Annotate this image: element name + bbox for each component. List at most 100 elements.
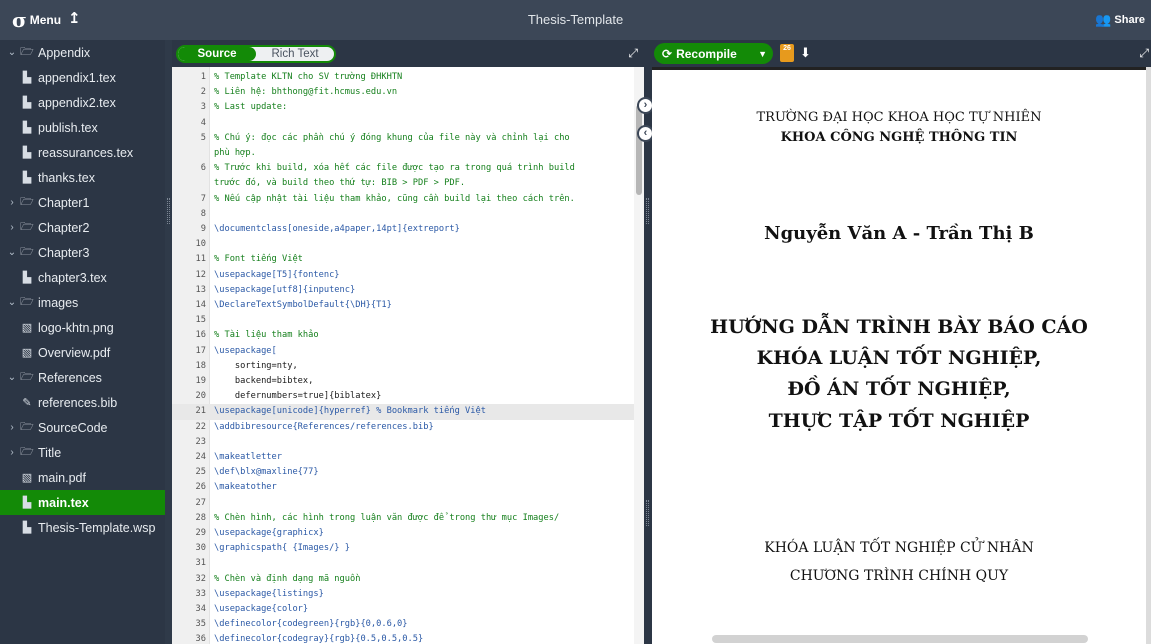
code-line[interactable]: 6 % Trước khi build, xóa hết các file đượ… [172, 161, 634, 176]
chevron-down-icon[interactable]: ⌄ [6, 47, 18, 58]
editor-mode-toggle: Source Rich Text [176, 45, 336, 63]
code-line[interactable]: 31 [172, 556, 634, 571]
tree-folder[interactable]: › 🗁 Title [0, 440, 172, 465]
code-line[interactable]: 28 % Chèn hình, các hình trong luận văn đ… [172, 511, 634, 526]
editor-scrollbar[interactable] [634, 67, 644, 644]
code-line[interactable]: 9 \documentclass[oneside,a4paper,14pt]{ex… [172, 222, 634, 237]
people-icon: 👥 [1095, 12, 1112, 27]
code-line[interactable]: 1 % Template KLTN cho SV trường ĐHKHTN [172, 70, 634, 85]
code-text: % Font tiếng Việt [214, 254, 303, 265]
tree-folder[interactable]: ⌄ 🗁 images [0, 290, 172, 315]
code-line[interactable]: 7 % Nếu cập nhật tài liệu tham khảo, cũng… [172, 192, 634, 207]
authors-line: Nguyễn Văn A - Trần Thị B [764, 223, 1034, 244]
tree-file[interactable]: ▙ main.tex [0, 490, 172, 515]
sidebar-resize-handle[interactable] [167, 198, 170, 224]
rich-text-tab[interactable]: Rich Text [256, 47, 334, 61]
sidebar-resizer[interactable] [165, 40, 172, 644]
chevron-down-icon[interactable]: ⌄ [6, 372, 18, 383]
code-line[interactable]: 33 \usepackage{listings} [172, 587, 634, 602]
code-line[interactable]: 17 \usepackage[ [172, 344, 634, 359]
line-number: 22 [195, 421, 206, 432]
tree-file[interactable]: ▙ appendix2.tex [0, 90, 172, 115]
tree-file[interactable]: ▙ appendix1.tex [0, 65, 172, 90]
code-line[interactable]: 4 [172, 116, 634, 131]
code-text: \definecolor{codegreen}{rgb}{0,0.6,0} [214, 619, 408, 630]
tree-file[interactable]: ▧ main.pdf [0, 465, 172, 490]
tree-file[interactable]: ▧ Overview.pdf [0, 340, 172, 365]
code-line[interactable]: 16 % Tài liệu tham khảo [172, 328, 634, 343]
code-line[interactable]: 29 \usepackage{graphicx} [172, 526, 634, 541]
tree-file[interactable]: ✎ references.bib [0, 390, 172, 415]
code-line[interactable]: 27 [172, 496, 634, 511]
preview-scrollbar[interactable] [1146, 67, 1151, 644]
code-line[interactable]: 21 \usepackage[unicode]{hyperref} % Bookm… [172, 404, 634, 420]
tree-file[interactable]: ▙ thanks.tex [0, 165, 172, 190]
code-text: \def\blx@maxline{77} [214, 467, 319, 478]
recompile-button[interactable]: ⟳ Recompile ▼ [654, 43, 773, 64]
tree-file[interactable]: ▙ reassurances.tex [0, 140, 172, 165]
code-line[interactable]: 25 \def\blx@maxline{77} [172, 465, 634, 480]
code-line[interactable]: 12 \usepackage[T5]{fontenc} [172, 268, 634, 283]
code-line[interactable]: 24 \makeatletter [172, 450, 634, 465]
share-button[interactable]: 👥 Share [1095, 12, 1145, 28]
code-line[interactable]: 5 % Chú ý: đọc các phần chú ý đóng khung … [172, 131, 634, 146]
download-icon[interactable]: ⬇ [800, 45, 811, 61]
tree-folder[interactable]: ⌄ 🗁 Chapter3 [0, 240, 172, 265]
tree-file[interactable]: ▙ Thesis-Template.wsp [0, 515, 172, 540]
code-line[interactable]: 15 [172, 313, 634, 328]
pdf-page: TRƯỜNG ĐẠI HỌC KHOA HỌC TỰ NHIÊN KHOA CÔ… [652, 67, 1146, 644]
code-line[interactable]: 36 \definecolor{codegray}{rgb}{0.5,0.5,0.… [172, 632, 634, 644]
code-line[interactable]: 8 [172, 207, 634, 222]
code-line[interactable]: 13 \usepackage[utf8]{inputenc} [172, 283, 634, 298]
divider-resize-handle-lower[interactable] [646, 500, 649, 526]
expand-preview-icon[interactable]: ⤢ [1139, 46, 1149, 61]
line-number: 14 [195, 300, 206, 310]
tree-folder[interactable]: › 🗁 SourceCode [0, 415, 172, 440]
chevron-down-icon[interactable]: ⌄ [6, 297, 18, 308]
tree-folder[interactable]: › 🗁 Chapter1 [0, 190, 172, 215]
expand-editor-icon[interactable]: ⤢ [628, 46, 638, 61]
code-line[interactable]: 10 [172, 237, 634, 252]
tree-file[interactable]: ▙ chapter3.tex [0, 265, 172, 290]
tree-folder[interactable]: ⌄ 🗁 References [0, 365, 172, 390]
chevron-right-icon[interactable]: › [6, 422, 18, 433]
code-line[interactable]: 2 % Liên hệ: bhthong@fit.hcmus.edu.vn [172, 85, 634, 100]
code-line[interactable]: 35 \definecolor{codegreen}{rgb}{0,0.6,0} [172, 617, 634, 632]
code-line[interactable]: phù hợp. [172, 146, 634, 161]
code-line[interactable]: 30 \graphicspath{ {Images/} } [172, 541, 634, 556]
thesis-title-line-2: KHÓA LUẬN TỐT NGHIỆP, [756, 347, 1042, 369]
logs-count-badge: 26 [783, 45, 791, 52]
code-line[interactable]: 23 [172, 435, 634, 450]
editor-toolbar: Source Rich Text ⤢ [172, 40, 644, 67]
code-area[interactable]: 1 % Template KLTN cho SV trường ĐHKHTN 2 % … [172, 67, 634, 644]
code-line[interactable]: 11 % Font tiếng Việt [172, 252, 634, 267]
chevron-right-icon[interactable]: › [6, 197, 18, 208]
tree-file[interactable]: ▧ logo-khtn.png [0, 315, 172, 340]
editor-scrollbar-thumb[interactable] [636, 105, 642, 195]
thesis-title-line-3: ĐỒ ÁN TỐT NGHIỆP, [787, 378, 1011, 400]
tree-file[interactable]: ▙ publish.tex [0, 115, 172, 140]
code-line[interactable]: 34 \usepackage{color} [172, 602, 634, 617]
code-line[interactable]: 3 % Last update: [172, 100, 634, 115]
source-tab[interactable]: Source [178, 47, 256, 61]
preview-horizontal-scrollbar[interactable] [712, 635, 1088, 643]
divider-resize-handle[interactable] [646, 198, 649, 224]
code-line[interactable]: trước đó, và build theo thứ tự: BIB > PD… [172, 176, 634, 191]
code-line[interactable]: 26 \makeatother [172, 480, 634, 495]
tree-folder[interactable]: ⌄ 🗁 Appendix [0, 40, 172, 65]
tree-item-label: main.pdf [38, 470, 86, 485]
code-line[interactable]: 14 \DeclareTextSymbolDefault{\DH}{T1} [172, 298, 634, 313]
code-line[interactable]: 32 % Chèn và định dạng mã nguồn [172, 572, 634, 587]
tree-folder[interactable]: › 🗁 Chapter2 [0, 215, 172, 240]
chevron-right-icon[interactable]: › [6, 447, 18, 458]
code-line[interactable]: 20 defernumbers=true]{biblatex} [172, 389, 634, 404]
chevron-down-icon[interactable]: ▼ [758, 49, 767, 59]
logs-button[interactable]: 26 [780, 44, 794, 62]
code-line[interactable]: 18 sorting=nty, [172, 359, 634, 374]
line-number: 12 [195, 269, 206, 280]
code-text: trước đó, và build theo thứ tự: BIB > PD… [214, 178, 466, 189]
chevron-right-icon[interactable]: › [6, 222, 18, 233]
chevron-down-icon[interactable]: ⌄ [6, 247, 18, 258]
code-line[interactable]: 19 backend=bibtex, [172, 374, 634, 389]
code-line[interactable]: 22 \addbibresource{References/references.… [172, 420, 634, 435]
